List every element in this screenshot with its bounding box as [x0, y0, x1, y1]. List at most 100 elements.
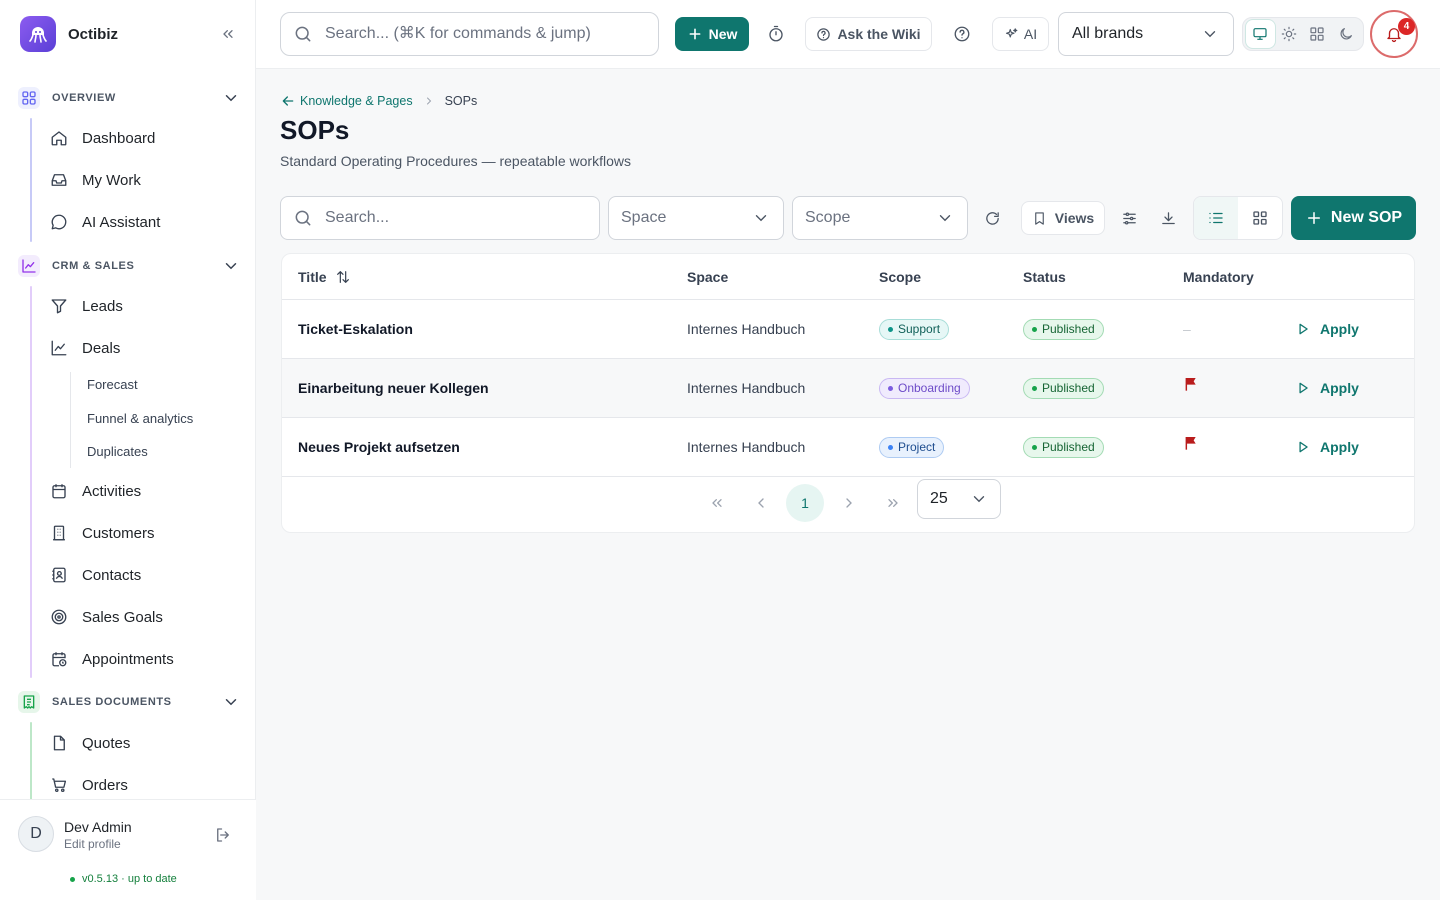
status-label: Published	[1042, 322, 1095, 336]
sidebar-item-ai-assistant[interactable]: AI Assistant	[50, 204, 240, 240]
brand-select-value: All brands	[1072, 25, 1144, 42]
scope-badge: Support	[879, 318, 950, 340]
apply-button[interactable]: Apply	[1296, 359, 1359, 417]
table-row[interactable]: Neues Projekt aufsetzen Internes Handbuc…	[282, 418, 1414, 477]
table-search-input[interactable]	[325, 209, 575, 227]
grid-view-icon[interactable]	[1238, 197, 1282, 239]
prev-page-icon[interactable]	[742, 484, 780, 522]
last-page-icon[interactable]	[874, 484, 912, 522]
breadcrumb-current: SOPs	[444, 94, 478, 108]
status-cell: Published	[1023, 418, 1104, 476]
refresh-icon[interactable]	[980, 206, 1004, 230]
new-button[interactable]: New	[675, 17, 749, 51]
group-crm-sales[interactable]: CRM & SALES	[18, 254, 240, 278]
avatar[interactable]: D	[18, 816, 54, 852]
help-icon[interactable]	[947, 19, 977, 49]
status-cell: Published	[1023, 359, 1104, 417]
version-label: v0.5.13 · up to date	[82, 873, 177, 885]
space-filter[interactable]: Space	[608, 196, 784, 240]
table-row[interactable]: Einarbeitung neuer Kollegen Internes Han…	[282, 359, 1414, 418]
column-header-title[interactable]: Title	[298, 269, 351, 285]
column-header-status: Status	[1023, 269, 1066, 285]
search-icon	[293, 208, 313, 228]
sidebar-subitem-funnel-analytics[interactable]: Funnel & analytics	[87, 411, 193, 426]
funnel-icon	[51, 299, 67, 314]
deals-sub-line	[70, 372, 71, 468]
per-page-select[interactable]: 25	[917, 479, 1001, 519]
sidebar-item-contacts[interactable]: Contacts	[50, 557, 240, 593]
apply-button[interactable]: Apply	[1296, 300, 1359, 358]
first-page-icon[interactable]	[698, 484, 736, 522]
space-filter-placeholder: Space	[621, 209, 667, 226]
page-number-current[interactable]: 1	[786, 484, 824, 522]
chat-bubble-icon	[51, 214, 67, 230]
layout-grid-icon[interactable]	[1303, 20, 1332, 48]
ai-button[interactable]: AI	[992, 17, 1049, 51]
brand-select[interactable]: All brands	[1058, 12, 1234, 56]
chevron-down-icon	[752, 209, 770, 227]
sidebar-item-sales-goals[interactable]: Sales Goals	[50, 599, 240, 635]
breadcrumb-parent: Knowledge & Pages	[300, 94, 413, 108]
edit-profile-link[interactable]: Edit profile	[64, 837, 121, 851]
group-overview[interactable]: OVERVIEW	[18, 86, 240, 110]
notifications-button[interactable]: 4	[1370, 10, 1418, 58]
apply-label: Apply	[1320, 321, 1359, 337]
sidebar-item-activities[interactable]: Activities	[50, 473, 240, 509]
sidebar-subitem-forecast[interactable]: Forecast	[87, 377, 138, 392]
page-subtitle: Standard Operating Procedures — repeatab…	[280, 153, 631, 169]
sidebar-item-orders[interactable]: Orders	[50, 767, 240, 803]
sidebar-item-leads[interactable]: Leads	[50, 288, 240, 324]
ask-wiki-label: Ask the Wiki	[837, 26, 921, 42]
sidebar-item-appointments[interactable]: Appointments	[50, 641, 240, 677]
sidebar-item-quotes[interactable]: Quotes	[50, 725, 240, 761]
logout-icon[interactable]	[214, 826, 232, 844]
table-search[interactable]	[280, 196, 600, 240]
monitor-icon[interactable]	[1246, 20, 1275, 48]
sun-icon[interactable]	[1275, 20, 1304, 48]
ask-wiki-button[interactable]: Ask the Wiki	[805, 17, 932, 51]
octopus-logo-icon[interactable]	[20, 16, 56, 52]
apply-button[interactable]: Apply	[1296, 418, 1359, 476]
search-icon	[293, 24, 313, 44]
next-page-icon[interactable]	[830, 484, 868, 522]
sidebar-subitem-duplicates[interactable]: Duplicates	[87, 444, 148, 459]
sidebar-item-my-work[interactable]: My Work	[50, 162, 240, 198]
help-circle-icon	[817, 27, 831, 41]
moon-icon[interactable]	[1332, 20, 1361, 48]
target-icon	[51, 609, 67, 625]
group-sales-documents[interactable]: SALES DOCUMENTS	[18, 690, 240, 714]
new-button-label: New	[708, 26, 738, 42]
global-search-input[interactable]	[325, 25, 625, 43]
new-sop-label: New SOP	[1330, 209, 1403, 226]
chevron-down-icon	[222, 693, 240, 711]
sidebar-item-dashboard[interactable]: Dashboard	[50, 120, 240, 156]
breadcrumb-back-link[interactable]: Knowledge & Pages	[280, 93, 413, 109]
nav-label: Deals	[82, 339, 121, 357]
sop-title[interactable]: Neues Projekt aufsetzen	[298, 418, 460, 476]
table-row[interactable]: Ticket-Eskalation Internes Handbuch Supp…	[282, 300, 1414, 359]
collapse-sidebar-button[interactable]	[216, 22, 240, 46]
badge-dot	[1032, 326, 1037, 332]
new-sop-button[interactable]: New SOP	[1291, 196, 1416, 240]
nav-label: Orders	[82, 776, 128, 794]
topbar: New Ask the Wiki AI All brands 4	[256, 0, 1440, 69]
sidebar-item-customers[interactable]: Customers	[50, 515, 240, 551]
download-icon[interactable]	[1156, 206, 1180, 230]
group-title: OVERVIEW	[52, 92, 116, 104]
nav-label: Dashboard	[82, 129, 156, 147]
sop-title[interactable]: Einarbeitung neuer Kollegen	[298, 359, 489, 417]
chevron-down-icon	[970, 490, 988, 508]
column-label: Title	[298, 269, 327, 285]
views-button[interactable]: Views	[1021, 201, 1105, 235]
scope-filter[interactable]: Scope	[792, 196, 968, 240]
nav-label: My Work	[82, 171, 141, 189]
sidebar-item-deals[interactable]: Deals	[50, 330, 240, 366]
sliders-icon[interactable]	[1117, 206, 1141, 230]
sop-title[interactable]: Ticket-Eskalation	[298, 300, 413, 358]
status-badge: Published	[1023, 436, 1104, 458]
global-search[interactable]	[280, 12, 659, 56]
timer-icon[interactable]	[761, 19, 791, 49]
trending-chart-icon	[51, 340, 67, 356]
list-view-icon[interactable]	[1194, 197, 1238, 239]
status-badge: Published	[1023, 377, 1104, 399]
